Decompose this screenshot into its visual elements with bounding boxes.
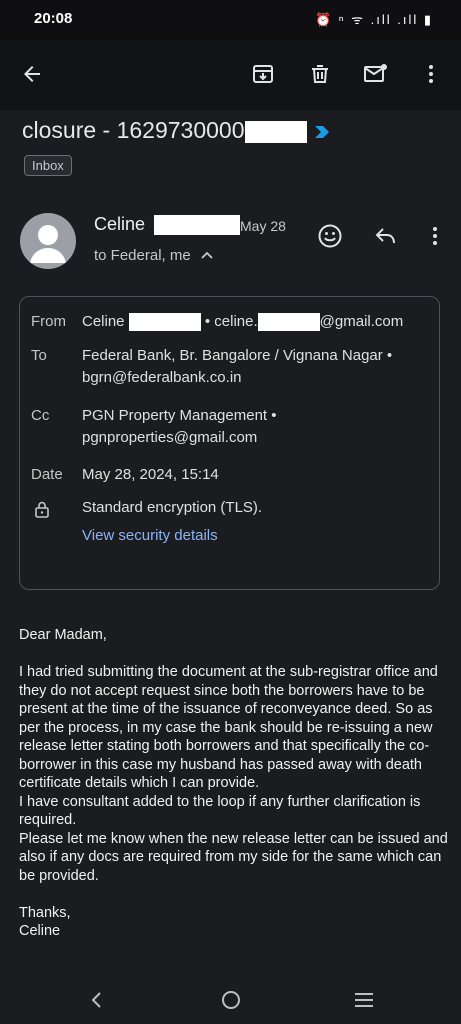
importance-marker-icon[interactable] [313, 124, 333, 140]
cc-value: PGN Property Management • pgnproperties@… [82, 405, 277, 449]
date-label: Date [31, 466, 63, 483]
recipients-summary-text: to Federal, me [94, 247, 191, 264]
redaction-box [257, 313, 320, 332]
body-signature: Celine [19, 923, 61, 939]
lock-icon [34, 500, 50, 523]
to-label: To [31, 347, 47, 364]
date-value: May 28, 2024, 15:14 [82, 466, 219, 483]
body-greeting: Dear Madam, [19, 627, 107, 643]
redaction-box [128, 313, 201, 332]
status-time: 20:08 [34, 10, 73, 27]
from-name: Celine [82, 313, 125, 330]
avatar[interactable] [20, 213, 76, 269]
redaction-box [244, 120, 307, 143]
nav-recents-icon[interactable] [351, 987, 377, 1013]
to-value: Federal Bank, Br. Bangalore / Vignana Na… [82, 345, 392, 389]
body-paragraph-2: I have consultant added to the loop if a… [19, 793, 421, 829]
status-bar: 20:08 ⏰ ⁿ ᯤ .ıll .ıll ▮ [0, 0, 461, 40]
from-value: Celine • celine. @gmail.com [82, 311, 403, 333]
cc-line-2: pgnproperties@gmail.com [82, 429, 258, 446]
archive-icon[interactable] [249, 60, 277, 88]
emoji-react-icon[interactable] [315, 221, 345, 251]
cc-label: Cc [31, 407, 50, 424]
mail-unread-icon[interactable] [362, 60, 390, 88]
reply-icon[interactable] [371, 221, 401, 251]
view-security-details-link[interactable]: View security details [82, 525, 262, 547]
subject-text: closure - 1629730000 [22, 117, 245, 143]
to-line-1: Federal Bank, Br. Bangalore / Vignana Na… [82, 347, 393, 364]
message-more-icon[interactable] [420, 221, 450, 251]
email-details-panel: From Celine • celine. @gmail.com To Feder… [19, 296, 440, 590]
app-bar [0, 40, 461, 110]
body-closing: Thanks, [19, 904, 71, 921]
more-vert-icon[interactable] [417, 60, 445, 88]
recipients-summary[interactable]: to Federal, me [94, 247, 213, 264]
chevron-up-icon [201, 251, 213, 259]
from-email-prefix: • celine. [204, 313, 258, 330]
nav-home-icon[interactable] [218, 987, 244, 1013]
from-email-suffix: @gmail.com [319, 313, 404, 330]
status-icons: ⏰ ⁿ ᯤ .ıll .ıll ▮ [314, 12, 433, 27]
sender-name-text: Celine [94, 214, 146, 234]
from-label: From [31, 313, 66, 330]
body-paragraph-3: Please let me know when the new release … [19, 830, 448, 884]
sender-name: Celine [94, 214, 241, 236]
body-paragraph-1: I had tried submitting the document at t… [19, 664, 438, 791]
system-nav-bar [0, 975, 461, 1024]
email-date-short: May 28 [240, 218, 286, 234]
email-body: Dear Madam, I had tried submitting the d… [19, 626, 449, 941]
redaction-box [154, 215, 241, 236]
arrow-left-icon[interactable] [18, 60, 46, 88]
nav-back-icon[interactable] [84, 987, 110, 1013]
encryption-text: Standard encryption (TLS). [82, 499, 263, 516]
encryption-info: Standard encryption (TLS). View security… [82, 497, 262, 547]
trash-icon[interactable] [306, 60, 334, 88]
to-line-2: bgrn@federalbank.co.in [82, 369, 242, 386]
email-subject: closure - 1629730000 [22, 117, 333, 144]
label-chip-inbox[interactable]: Inbox [24, 155, 72, 176]
cc-line-1: PGN Property Management • [82, 407, 277, 424]
